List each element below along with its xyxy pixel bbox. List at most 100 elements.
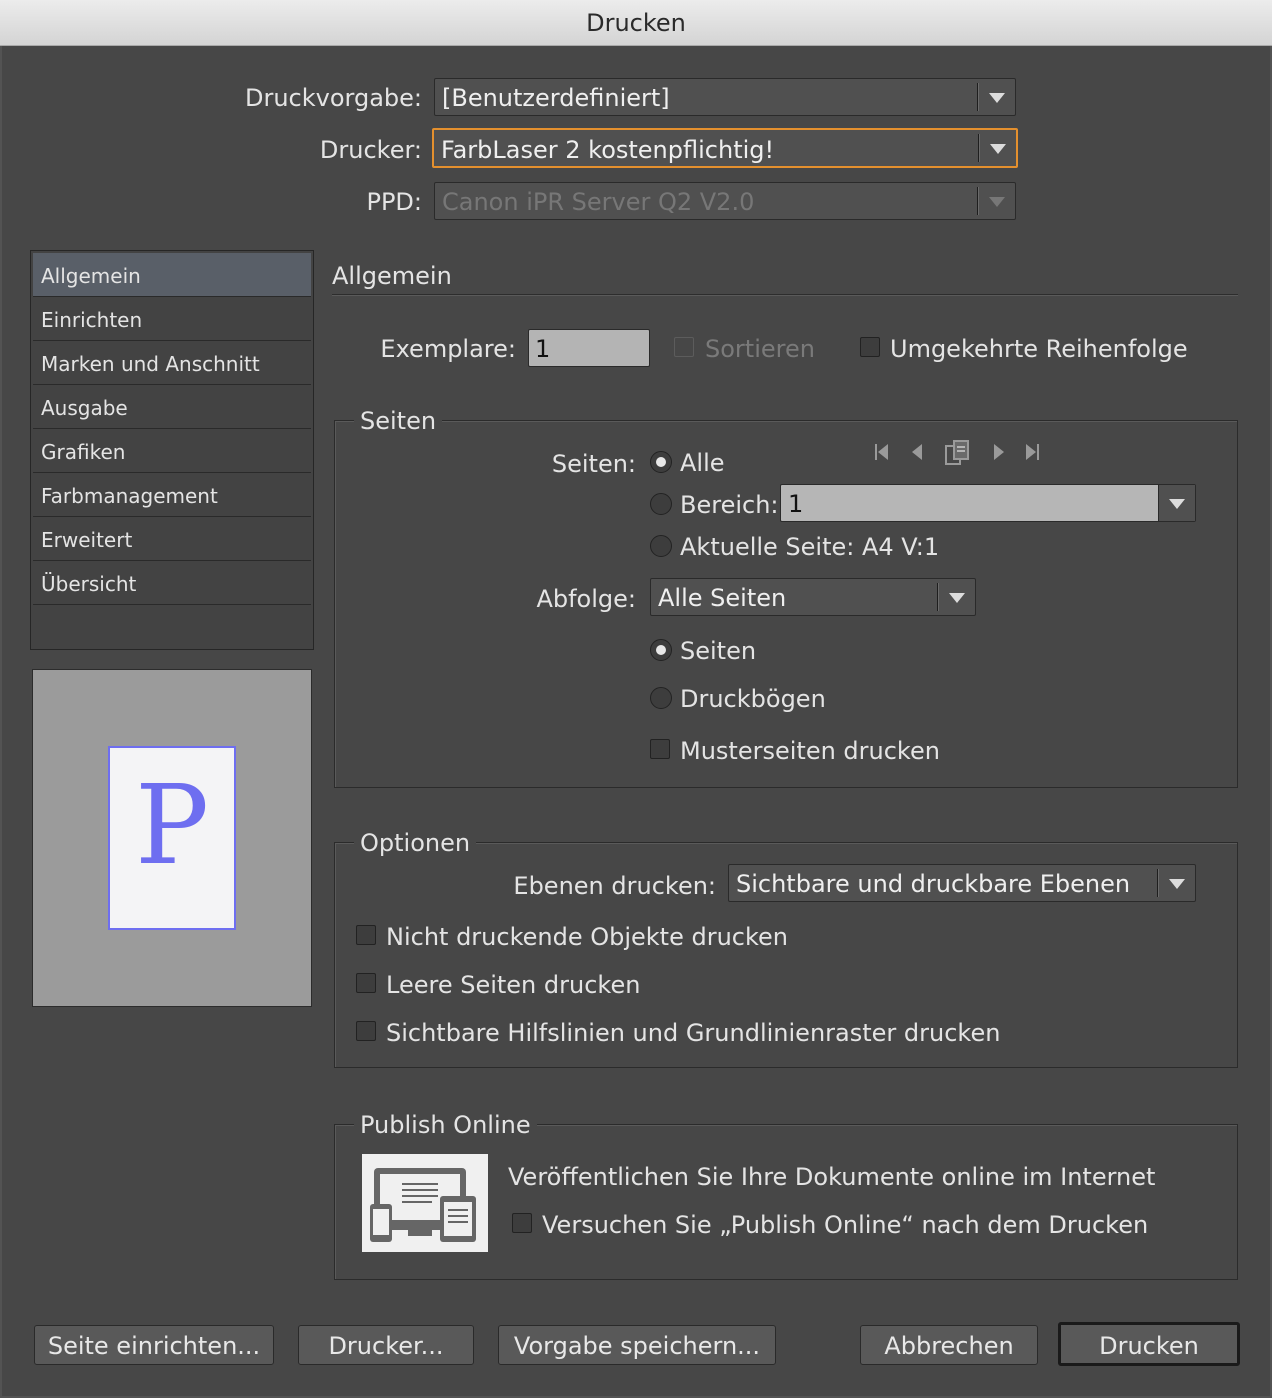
sidebar-item-ausgabe[interactable]: Ausgabe xyxy=(33,385,311,429)
collate-label: Sortieren xyxy=(705,335,815,363)
sidebar-item-uebersicht[interactable]: Übersicht xyxy=(33,561,311,605)
sidebar-item-label: Ausgabe xyxy=(41,396,128,420)
all-pages-radio[interactable] xyxy=(650,451,672,473)
sidebar-item-label: Farbmanagement xyxy=(41,484,218,508)
dropdown-separator xyxy=(1157,869,1159,897)
all-pages-label: Alle xyxy=(680,449,725,477)
chevron-down-icon xyxy=(990,144,1006,154)
save-preset-button[interactable]: Vorgabe speichern... xyxy=(498,1325,776,1365)
sidebar-item-label: Allgemein xyxy=(41,264,141,288)
spreads-radio[interactable] xyxy=(650,687,672,709)
sidebar-item-allgemein[interactable]: Allgemein xyxy=(33,253,311,297)
dropdown-separator xyxy=(937,583,939,611)
guides-checkbox[interactable] xyxy=(356,1021,376,1041)
publish-online-label: Versuchen Sie „Publish Online“ nach dem … xyxy=(542,1211,1149,1239)
section-divider xyxy=(332,294,1238,296)
sidebar-item-grafiken[interactable]: Grafiken xyxy=(33,429,311,473)
blank-pages-label: Leere Seiten drucken xyxy=(386,971,641,999)
sidebar-item-marken-und-anschnitt[interactable]: Marken und Anschnitt xyxy=(33,341,311,385)
range-combobox[interactable]: 1 xyxy=(780,484,1196,522)
printer-label: Drucker: xyxy=(319,136,422,164)
page-copy-icon[interactable] xyxy=(942,438,974,473)
pages-mode-label: Seiten xyxy=(680,637,757,665)
printer-button[interactable]: Drucker... xyxy=(298,1325,474,1365)
pages-label: Seiten: xyxy=(551,450,636,478)
blank-pages-checkbox[interactable] xyxy=(356,973,376,993)
sequence-label: Abfolge: xyxy=(536,585,636,613)
chevron-down-icon xyxy=(989,93,1005,103)
options-legend: Optionen xyxy=(354,829,477,857)
preset-label: Druckvorgabe: xyxy=(244,84,422,112)
ppd-label: PPD: xyxy=(366,188,422,216)
chevron-down-icon xyxy=(989,197,1005,207)
range-value: 1 xyxy=(788,490,804,518)
printer-dropdown[interactable]: FarbLaser 2 kostenpflichtig! xyxy=(432,128,1018,168)
title-bar: Drucken xyxy=(0,0,1272,46)
chevron-down-icon xyxy=(1169,499,1185,509)
dropdown-separator xyxy=(977,83,979,111)
page-preview: P xyxy=(32,669,312,1007)
sidebar-item-farbmanagement[interactable]: Farbmanagement xyxy=(33,473,311,517)
window-title: Drucken xyxy=(586,9,686,37)
devices-icon xyxy=(362,1154,488,1252)
sidebar-item-label: Einrichten xyxy=(41,308,143,332)
ppd-value: Canon iPR Server Q2 V2.0 xyxy=(442,188,755,216)
sidebar-item-label: Übersicht xyxy=(41,572,137,596)
page-setup-button[interactable]: Seite einrichten... xyxy=(34,1325,274,1365)
copies-label: Exemplare: xyxy=(380,335,516,363)
print-button-label: Drucken xyxy=(1099,1332,1199,1360)
sequence-value: Alle Seiten xyxy=(658,584,787,612)
cancel-button[interactable]: Abbrechen xyxy=(860,1325,1038,1365)
publish-online-legend: Publish Online xyxy=(354,1111,537,1139)
copies-value: 1 xyxy=(535,335,551,363)
section-title: Allgemein xyxy=(332,262,452,290)
chevron-down-icon xyxy=(949,593,965,603)
printer-value: FarbLaser 2 kostenpflichtig! xyxy=(441,136,775,164)
reverse-order-label: Umgekehrte Reihenfolge xyxy=(890,335,1188,363)
sidebar-item-label: Marken und Anschnitt xyxy=(41,352,260,376)
sequence-dropdown[interactable]: Alle Seiten xyxy=(650,578,976,616)
sidebar-item-erweitert[interactable]: Erweitert xyxy=(33,517,311,561)
layers-value: Sichtbare und druckbare Ebenen xyxy=(736,870,1131,898)
pages-legend: Seiten xyxy=(354,407,443,435)
master-pages-checkbox[interactable] xyxy=(650,739,670,759)
print-dialog: Druckvorgabe: [Benutzerdefiniert] Drucke… xyxy=(2,46,1270,1396)
collate-checkbox[interactable] xyxy=(674,337,694,357)
ppd-dropdown[interactable]: Canon iPR Server Q2 V2.0 xyxy=(434,182,1016,220)
range-radio[interactable] xyxy=(650,493,672,515)
pages-mode-radio[interactable] xyxy=(650,639,672,661)
page-setup-button-label: Seite einrichten... xyxy=(47,1332,261,1360)
cancel-button-label: Abbrechen xyxy=(884,1332,1014,1360)
save-preset-button-label: Vorgabe speichern... xyxy=(513,1332,761,1360)
publish-online-checkbox[interactable] xyxy=(512,1213,532,1233)
previous-page-icon[interactable] xyxy=(908,440,928,469)
preview-page: P xyxy=(108,746,236,930)
publish-description: Veröffentlichen Sie Ihre Dokumente onlin… xyxy=(508,1163,1156,1191)
preview-letter: P xyxy=(134,761,209,889)
range-label: Bereich: xyxy=(680,491,779,519)
print-button[interactable]: Drucken xyxy=(1058,1322,1240,1366)
category-list: Allgemein Einrichten Marken und Anschnit… xyxy=(30,250,314,650)
spreads-label: Druckbögen xyxy=(680,685,826,713)
current-page-radio[interactable] xyxy=(650,535,672,557)
layers-dropdown[interactable]: Sichtbare und druckbare Ebenen xyxy=(728,864,1196,902)
sidebar-item-label: Grafiken xyxy=(41,440,126,464)
dropdown-separator xyxy=(977,187,979,215)
guides-label: Sichtbare Hilfslinien und Grundlinienras… xyxy=(386,1019,1001,1047)
nonprinting-objects-label: Nicht druckende Objekte drucken xyxy=(386,923,789,951)
first-page-icon[interactable] xyxy=(872,440,892,469)
nonprinting-objects-checkbox[interactable] xyxy=(356,925,376,945)
last-page-icon[interactable] xyxy=(1022,440,1042,469)
layers-label: Ebenen drucken: xyxy=(513,872,716,900)
reverse-order-checkbox[interactable] xyxy=(860,337,880,357)
preset-value: [Benutzerdefiniert] xyxy=(442,84,670,112)
printer-button-label: Drucker... xyxy=(328,1332,444,1360)
next-page-icon[interactable] xyxy=(988,440,1008,469)
preset-dropdown[interactable]: [Benutzerdefiniert] xyxy=(434,78,1016,116)
sidebar-item-einrichten[interactable]: Einrichten xyxy=(33,297,311,341)
sidebar-item-label: Erweitert xyxy=(41,528,133,552)
master-pages-label: Musterseiten drucken xyxy=(680,737,940,765)
copies-input[interactable]: 1 xyxy=(528,329,650,367)
dropdown-separator xyxy=(978,134,980,162)
chevron-down-icon xyxy=(1169,879,1185,889)
